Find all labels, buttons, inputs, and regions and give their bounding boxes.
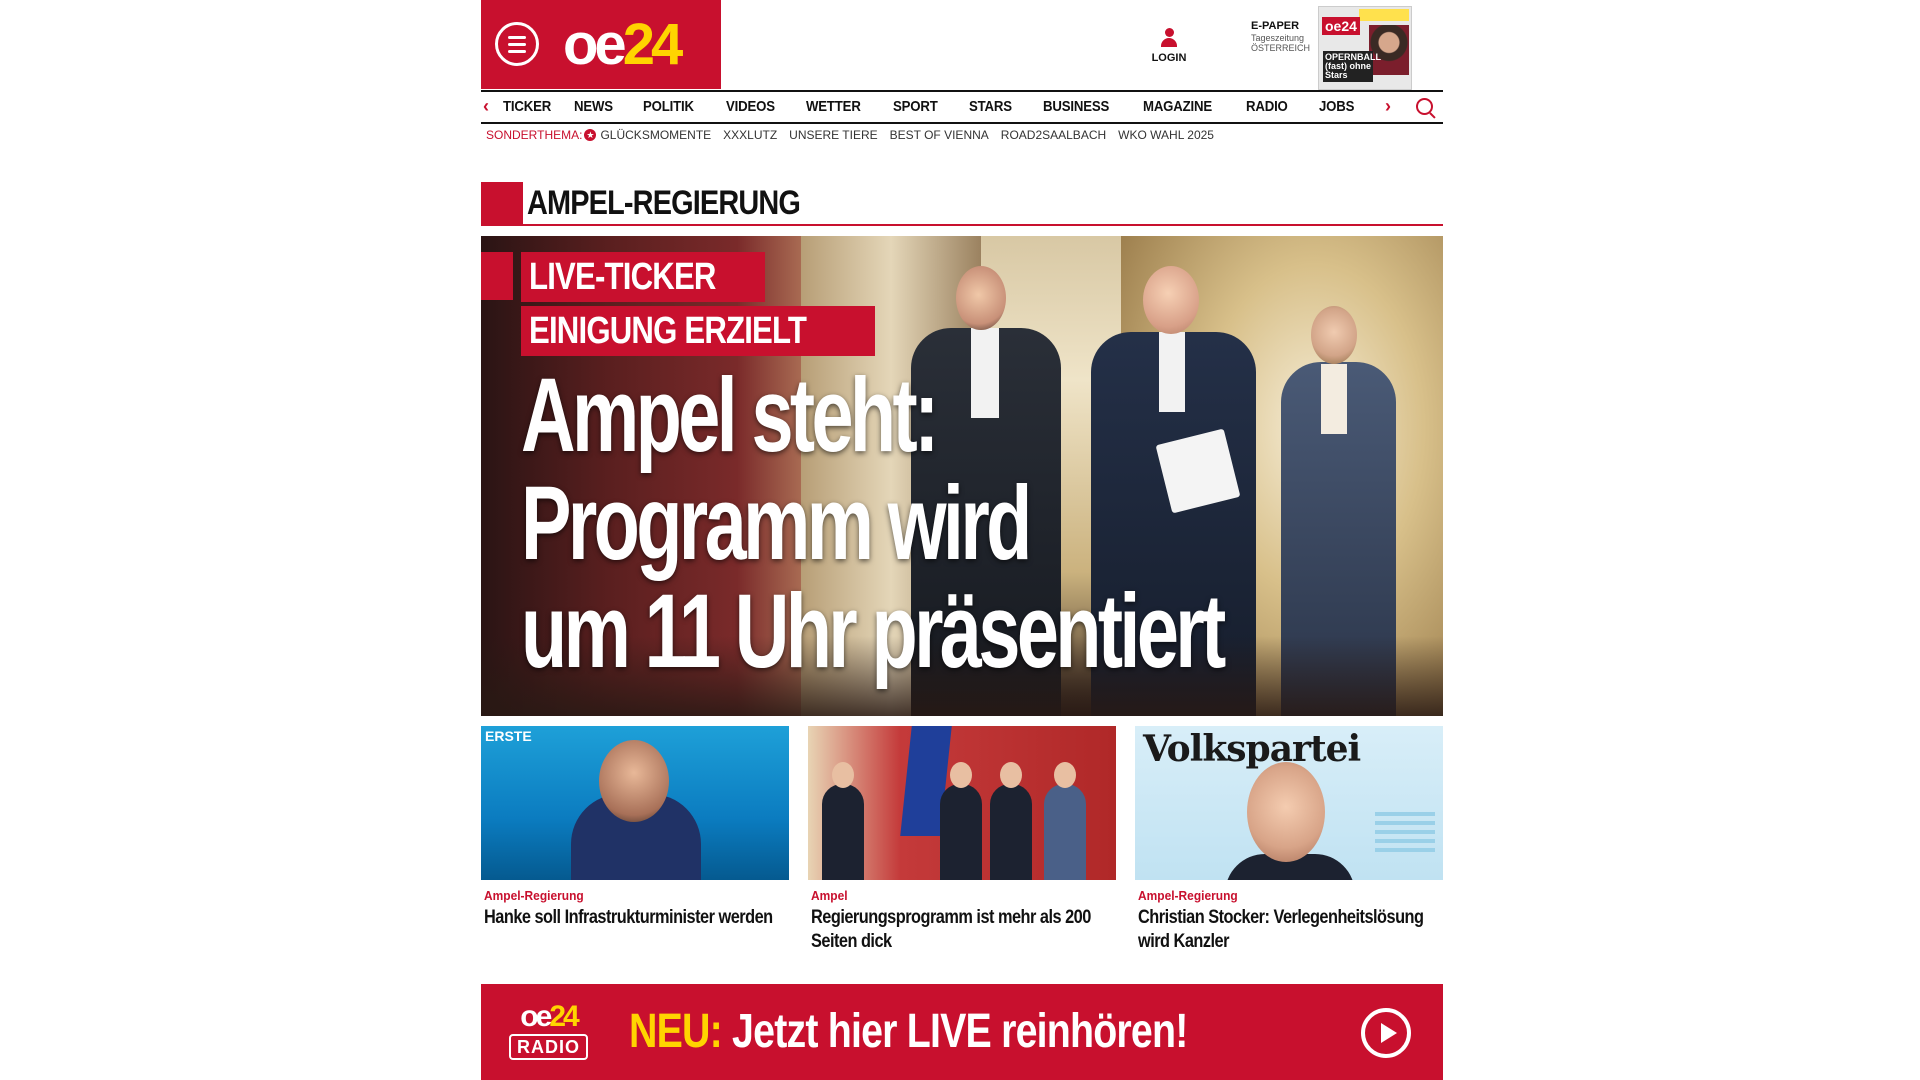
section-title[interactable]: AMPEL-REGIERUNG [527,184,801,223]
radio-banner-text[interactable]: NEU: Jetzt hier LIVE reinhören! [629,1002,1188,1062]
user-icon [1161,28,1177,48]
teaser-cards: ERSTE Ampel-Regierung Hanke soll Infrast… [481,726,1443,954]
nav-item-ticker[interactable]: TICKER [503,98,551,115]
image-sign-text: Volkspartei [1143,728,1361,770]
hero-accent [481,252,513,300]
star-icon: ★ [584,129,597,141]
nav-list: TICKER NEWS POLITIK VIDEOS WETTER SPORT … [503,98,1384,115]
epaper-link[interactable]: E-PAPER Tageszeitung ÖSTERREICH [1251,20,1310,53]
nav-item-stars[interactable]: STARS [969,98,1012,115]
section-header: AMPEL-REGIERUNG [481,182,1443,227]
main-column: oe24 LOGIN E-PAPER Tageszeitung ÖSTERREI… [481,0,1443,1080]
teaser-card[interactable]: ERSTE Ampel-Regierung Hanke soll Infrast… [481,726,789,954]
epaper-country: ÖSTERREICH [1251,42,1311,53]
nav-item-videos[interactable]: VIDEOS [726,98,775,115]
menu-icon[interactable] [495,22,539,66]
nav-item-jobs[interactable]: JOBS [1319,98,1354,115]
special-topics-bar: SONDERTHEMA: ★ GLÜCKSMOMENTE XXXLUTZ UNS… [486,128,1226,142]
login-button[interactable]: LOGIN [1141,28,1197,64]
cover-logo: oe24 [1322,17,1360,35]
page: oe24 LOGIN E-PAPER Tageszeitung ÖSTERREI… [0,0,1920,1080]
teaser-title[interactable]: Christian Stocker: Verlegenheitslösung w… [1138,906,1439,954]
main-nav: ‹ TICKER NEWS POLITIK VIDEOS WETTER SPOR… [481,90,1443,124]
section-divider [523,224,1443,226]
teaser-card[interactable]: Volkspartei Ampel-Regierung Christian St… [1135,726,1443,954]
teaser-card[interactable]: Ampel Regierungsprogramm ist mehr als 20… [808,726,1116,954]
epaper-cover-thumbnail[interactable]: oe24 OPERNBALL (fast) ohne Stars [1318,6,1412,90]
teaser-image[interactable]: ERSTE [481,726,789,880]
header-logo-area: oe24 [481,0,721,89]
chevron-right-icon[interactable]: › [1385,96,1391,117]
radio-banner[interactable]: oe24 RADIO NEU: Jetzt hier LIVE reinhöre… [481,984,1443,1080]
nav-item-radio[interactable]: RADIO [1246,98,1288,115]
hero-headline[interactable]: Ampel steht: Programm wird um 11 Uhr prä… [521,362,1421,686]
special-topic-item[interactable]: WKO WAHL 2025 [1118,128,1214,142]
chevron-left-icon[interactable]: ‹ [483,96,489,117]
special-topic-item[interactable]: XXXLUTZ [723,128,777,142]
teaser-image[interactable] [808,726,1116,880]
special-topic-item[interactable]: ROAD2SAALBACH [1001,128,1106,142]
nav-item-news[interactable]: NEWS [574,98,613,115]
special-topic-label: SONDERTHEMA: [486,128,583,142]
login-label: LOGIN [1151,52,1187,64]
teaser-category[interactable]: Ampel-Regierung [484,888,762,903]
play-icon[interactable] [1361,1008,1411,1058]
oe24-logo[interactable]: oe24 [563,10,683,80]
nav-item-sport[interactable]: SPORT [893,98,938,115]
hero-kicker-live-ticker: LIVE-TICKER [521,252,765,302]
hero-story[interactable]: LIVE-TICKER EINIGUNG ERZIELT Ampel steht… [481,236,1443,716]
epaper-title: E-PAPER [1251,20,1300,32]
teaser-category[interactable]: Ampel [811,888,1089,903]
special-topic-item[interactable]: BEST OF VIENNA [890,128,989,142]
nav-item-wetter[interactable]: WETTER [806,98,861,115]
section-accent [481,182,523,226]
teaser-category[interactable]: Ampel-Regierung [1138,888,1416,903]
cover-headline: OPERNBALL (fast) ohne Stars [1323,51,1381,82]
special-topic-item[interactable]: UNSERE TIERE [789,128,877,142]
oe24-radio-logo: oe24 RADIO [509,1002,588,1060]
nav-item-business[interactable]: BUSINESS [1043,98,1109,115]
nav-item-magazine[interactable]: MAGAZINE [1143,98,1212,115]
image-sign-text: ERSTE [485,728,532,744]
teaser-title[interactable]: Regierungsprogramm ist mehr als 200 Seit… [811,906,1112,954]
nav-item-politik[interactable]: POLITIK [643,98,694,115]
teaser-image[interactable]: Volkspartei [1135,726,1443,880]
hero-kicker-einigung: EINIGUNG ERZIELT [521,306,875,356]
search-icon[interactable] [1416,98,1433,115]
special-topic-item[interactable]: GLÜCKSMOMENTE [600,128,711,142]
teaser-title[interactable]: Hanke soll Infrastrukturminister werden [484,906,785,930]
epaper-subtitle: Tageszeitung [1251,32,1305,43]
